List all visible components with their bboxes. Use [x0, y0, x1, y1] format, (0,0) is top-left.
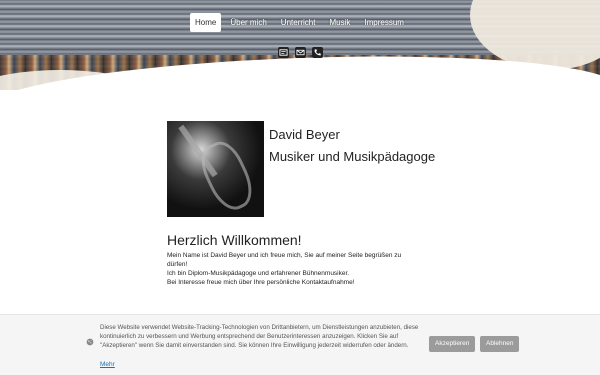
nav-item-home[interactable]: Home: [190, 13, 222, 32]
nav-item-impressum[interactable]: Impressum: [359, 13, 409, 32]
card-icon[interactable]: [278, 47, 289, 58]
nav-item-unterricht[interactable]: Unterricht: [276, 13, 321, 32]
mail-icon[interactable]: [295, 47, 306, 58]
nav-item-musik[interactable]: Musik: [324, 13, 355, 32]
profile-name: David Beyer: [269, 127, 340, 142]
phone-icon[interactable]: [312, 47, 323, 58]
intro-paragraph-3: Bei Interesse freue mich über Ihre persö…: [167, 279, 355, 286]
page-title: Herzlich Willkommen!: [167, 232, 302, 248]
reject-button[interactable]: Ablehnen: [480, 336, 520, 352]
cookie-text: Diese Website verwendet Website-Tracking…: [100, 324, 419, 349]
profile-photo: [167, 121, 264, 217]
intro-paragraph-2: Ich bin Diplom-Musikpädagoge und erfahre…: [167, 270, 350, 277]
main-nav: Home Über mich Unterricht Musik Impressu…: [190, 13, 409, 32]
cookie-more-link[interactable]: Mehr: [100, 361, 115, 368]
nav-item-ueber-mich[interactable]: Über mich: [225, 13, 271, 32]
contact-icons: [278, 47, 323, 58]
intro-text: Mein Name ist David Beyer und ich freue …: [167, 251, 417, 287]
profile-title: Musiker und Musikpädagoge: [269, 149, 436, 164]
cookie-icon: [86, 338, 94, 346]
accept-button[interactable]: Akzeptieren: [429, 336, 476, 352]
cookie-banner: Diese Website verwendet Website-Tracking…: [0, 314, 600, 375]
profile-heading: David Beyer Musiker und Musikpädagoge: [269, 124, 435, 168]
intro-paragraph-1: Mein Name ist David Beyer und ich freue …: [167, 252, 402, 268]
photo-guitar-body: [194, 135, 260, 217]
